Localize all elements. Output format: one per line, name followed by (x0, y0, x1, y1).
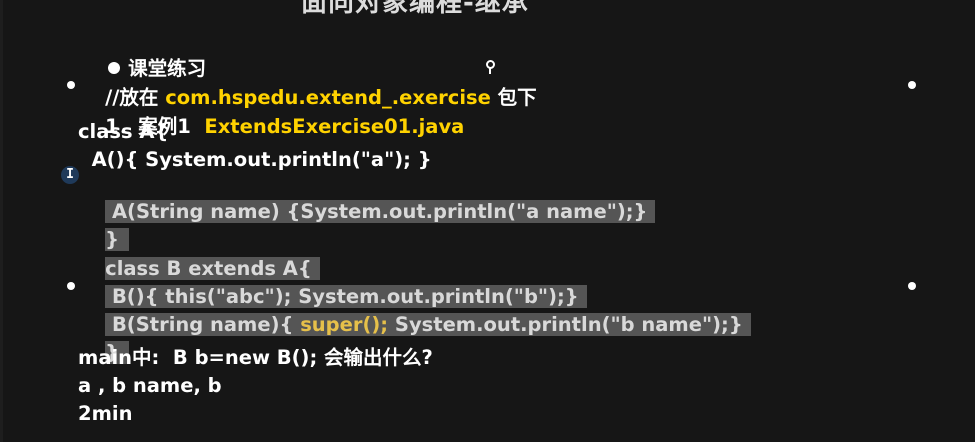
resize-handle-top-right[interactable] (908, 81, 916, 89)
code-line-1[interactable]: class A{ (78, 120, 168, 146)
answer-line: a , b name, b (78, 374, 222, 397)
code-7-start: B(String name){ (105, 313, 301, 336)
location-line: //放在 com.hspedu.extend_.exercise 包下 (78, 62, 537, 109)
code-line-4[interactable]: } (78, 204, 130, 251)
code-line-3[interactable]: A(String name) {System.out.println("a na… (78, 176, 656, 223)
location-suffix: 包下 (490, 86, 537, 109)
section-heading: 课堂练习 (81, 33, 206, 80)
case-filename: ExtendsExercise01.java (204, 115, 465, 138)
selected-code-7: B(String name){ super(); System.out.prin… (105, 313, 751, 336)
slide-canvas[interactable]: 面向对象编程-继承 课堂练习 //放在 com.hspedu.extend_.e… (0, 0, 975, 442)
selected-code-3: A(String name) {System.out.println("a na… (105, 200, 656, 223)
resize-handle-top-left[interactable] (67, 81, 75, 89)
code-7-end: System.out.println("b name");} (388, 313, 743, 336)
resize-handle-middle-left[interactable] (67, 282, 75, 290)
super-call: super(); (300, 313, 389, 336)
code-line-5[interactable]: class B extends A{ (78, 233, 320, 280)
resize-handle-middle-right[interactable] (908, 282, 916, 290)
code-line-2[interactable]: A(){ System.out.println("a"); } (78, 148, 432, 174)
time-line: 2min (78, 402, 133, 425)
rotate-handle-stem (489, 68, 491, 74)
case-line: 1．案例1 ExtendsExercise01.java (78, 91, 464, 138)
code-line-8[interactable]: } (78, 317, 130, 364)
text-cursor-icon: I (61, 166, 79, 184)
question-line: main中: B b=new B(); 会输出什么? (78, 346, 433, 369)
slide-title: 面向对象编程-继承 (301, 0, 529, 18)
code-line-6[interactable]: B(){ this("abc"); System.out.println("b"… (78, 261, 587, 308)
code-line-7[interactable]: B(String name){ super(); System.out.prin… (78, 289, 751, 336)
